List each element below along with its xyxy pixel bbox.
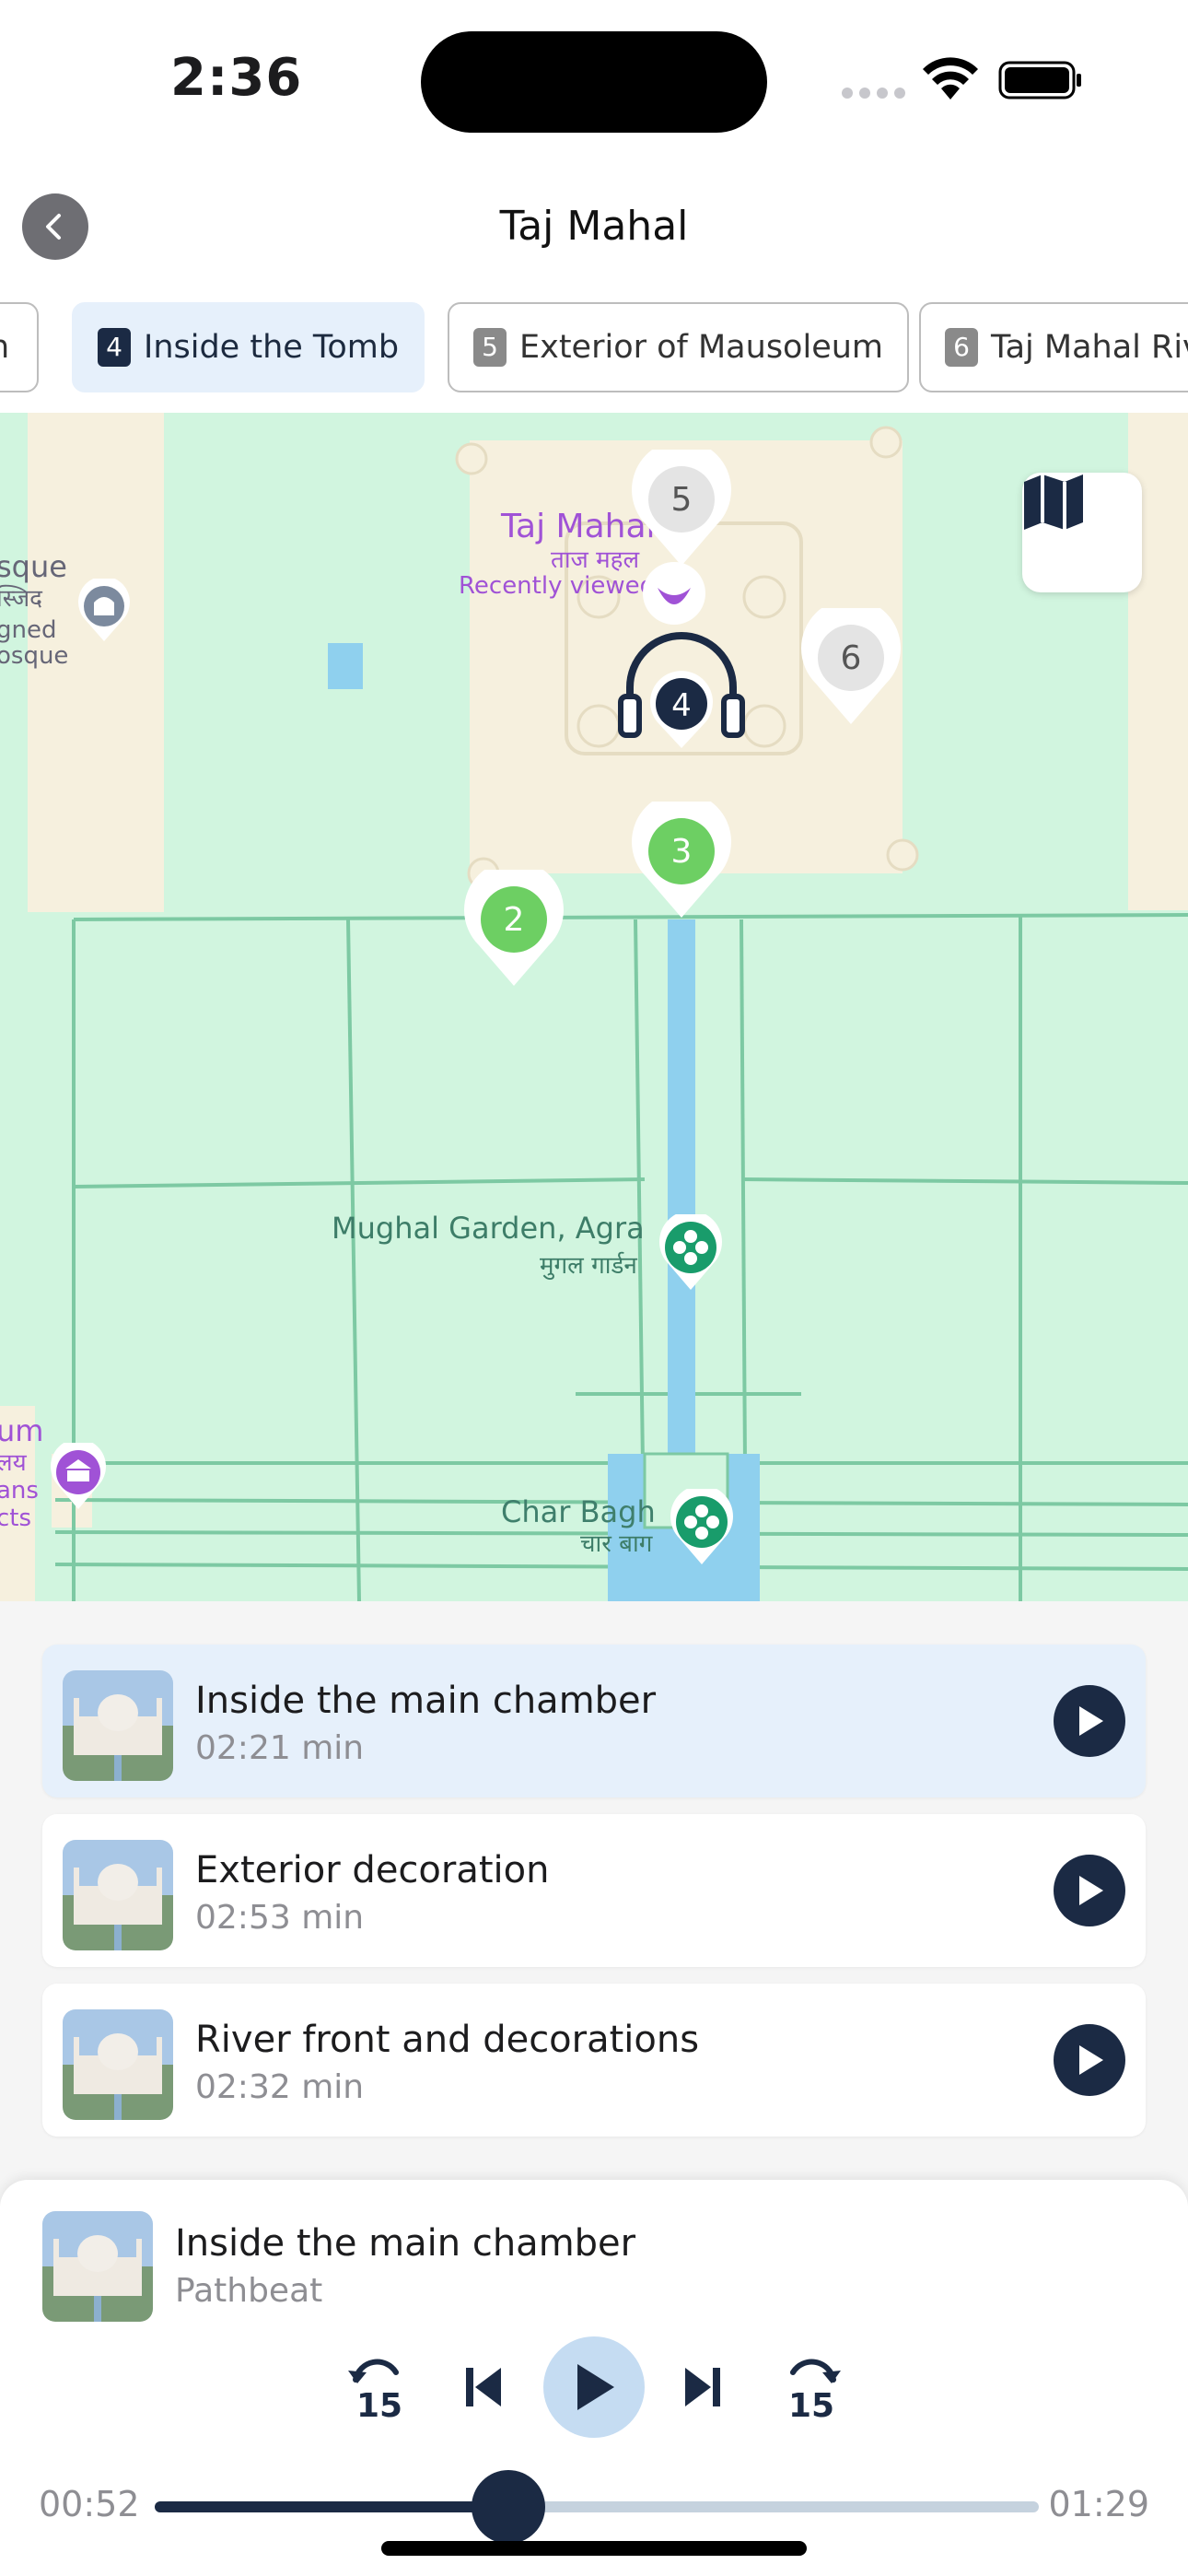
stop-pin-5-number: 5	[671, 481, 693, 519]
map-label-museum: um	[0, 1413, 44, 1448]
track-play-button[interactable]	[1054, 2024, 1125, 2096]
tab-label: Inside the Tomb	[144, 329, 400, 366]
map-label-mosque-3: osque	[0, 642, 69, 670]
map-label-char-bagh: Char Bagh	[501, 1494, 656, 1529]
track-thumbnail	[63, 2009, 173, 2120]
svg-text:15: 15	[356, 2387, 402, 2422]
tab-stop-5[interactable]: 5 Exterior of Mausoleum	[448, 302, 909, 392]
map-label-mughal-garden-hindi: मुगल गार्डन	[540, 1252, 637, 1280]
map-label-mosque: sque	[0, 549, 67, 584]
list-item[interactable]: Exterior decoration 02:53 min	[42, 1814, 1146, 1967]
status-time: 2:36	[170, 48, 303, 108]
track-play-button[interactable]	[1054, 1855, 1125, 1926]
map-label-recently-viewed: Recently viewed	[459, 572, 656, 600]
stop-pin-4-number: 4	[671, 687, 692, 724]
tab-label: Taj Mahal Riv	[991, 329, 1188, 366]
track-title: River front and decorations	[195, 2019, 700, 2061]
forward-15-icon: 15	[788, 2359, 841, 2422]
progress-slider[interactable]	[155, 2470, 1039, 2544]
track-duration: 02:32 min	[195, 2068, 365, 2106]
stop-pin-4-now-playing[interactable]: 4	[613, 612, 750, 750]
progress-fill	[155, 2501, 508, 2512]
stop-pin-6-number: 6	[841, 639, 862, 677]
museum-poi-icon[interactable]	[48, 1443, 109, 1511]
map-label-char-bagh-hindi: चार बाग	[580, 1530, 653, 1558]
list-item[interactable]: River front and decorations 02:32 min	[42, 1984, 1146, 2137]
total-time: 01:29	[1048, 2484, 1149, 2524]
skip-back-15-button[interactable]: 15	[325, 2336, 426, 2438]
map-label-museum-3: ans	[0, 1477, 39, 1505]
playback-controls: 15 15	[0, 2336, 1188, 2438]
stop-pin-2[interactable]: 2	[464, 870, 564, 989]
stop-tabs: n 4 Inside the Tomb 5 Exterior of Mausol…	[0, 286, 1188, 413]
garden-poi-icon[interactable]	[656, 1214, 726, 1292]
track-duration: 02:53 min	[195, 1899, 365, 1937]
stop-pin-5[interactable]: 5	[632, 450, 731, 569]
wifi-icon	[923, 57, 978, 100]
svg-text:15: 15	[788, 2387, 834, 2422]
char-bagh-poi-icon[interactable]	[667, 1489, 737, 1566]
track-thumbnail	[63, 1670, 173, 1781]
tab-label: Exterior of Mausoleum	[519, 329, 883, 366]
stop-pin-6[interactable]: 6	[801, 608, 901, 728]
tab-number: 6	[945, 328, 978, 367]
tab-stop-3[interactable]: n	[0, 302, 39, 392]
play-icon	[1079, 2045, 1103, 2075]
map-label-museum-4: cts	[0, 1505, 32, 1532]
tab-stop-6[interactable]: 6 Taj Mahal Riv	[919, 302, 1188, 392]
track-title: Inside the main chamber	[195, 1680, 657, 1722]
battery-icon	[998, 61, 1081, 100]
progress-knob[interactable]	[472, 2470, 545, 2544]
track-thumbnail	[63, 1840, 173, 1950]
player-thumbnail	[42, 2211, 153, 2322]
tab-number: 4	[98, 328, 131, 367]
map-label-mosque-2: gned	[0, 616, 57, 644]
map-icon	[1024, 474, 1083, 530]
map-label-mosque-hindi: स्जिद	[0, 585, 42, 613]
previous-track-button[interactable]	[433, 2336, 534, 2438]
track-play-button[interactable]	[1054, 1685, 1125, 1757]
map-layers-button[interactable]	[1022, 473, 1142, 592]
player-track-subtitle: Pathbeat	[175, 2272, 323, 2310]
map-view[interactable]: Taj Mahal ताज महल Recently viewed sque स…	[0, 413, 1188, 1601]
stop-pin-3[interactable]: 3	[632, 802, 731, 921]
map-label-mughal-garden: Mughal Garden, Agra	[332, 1211, 645, 1246]
page-title: Taj Mahal	[499, 203, 689, 250]
track-list: Inside the main chamber 02:21 min Exteri…	[42, 1645, 1146, 2153]
status-bar: 2:36	[0, 0, 1188, 157]
play-pause-button[interactable]	[543, 2336, 645, 2438]
track-title: Exterior decoration	[195, 1849, 550, 1891]
skip-forward-15-button[interactable]: 15	[763, 2336, 864, 2438]
player-track-title: Inside the main chamber	[175, 2222, 636, 2265]
next-track-button[interactable]	[652, 2336, 753, 2438]
mosque-poi-icon[interactable]	[76, 579, 133, 643]
play-icon	[1079, 1876, 1103, 1905]
elapsed-time: 00:52	[39, 2484, 140, 2524]
map-label-museum-2: लय	[0, 1449, 27, 1477]
tab-stop-4[interactable]: 4 Inside the Tomb	[72, 302, 425, 392]
stop-pin-3-number: 3	[671, 833, 693, 871]
now-playing-bar: Inside the main chamber Pathbeat 15 15 0…	[0, 2180, 1188, 2576]
skip-previous-icon	[466, 2368, 501, 2406]
dynamic-island	[421, 31, 767, 133]
tab-number: 5	[473, 328, 507, 367]
cellular-signal-icon	[842, 88, 905, 99]
rewind-15-icon: 15	[348, 2359, 402, 2422]
play-icon	[1079, 1706, 1103, 1736]
list-item[interactable]: Inside the main chamber 02:21 min	[42, 1645, 1146, 1797]
map-label-taj-hindi: ताज महल	[551, 546, 640, 574]
tab-label: n	[0, 329, 9, 366]
skip-next-icon	[685, 2368, 720, 2406]
track-duration: 02:21 min	[195, 1729, 365, 1767]
home-indicator	[381, 2541, 807, 2556]
header: Taj Mahal	[0, 157, 1188, 286]
play-icon	[577, 2364, 614, 2410]
stop-pin-2-number: 2	[504, 901, 525, 939]
